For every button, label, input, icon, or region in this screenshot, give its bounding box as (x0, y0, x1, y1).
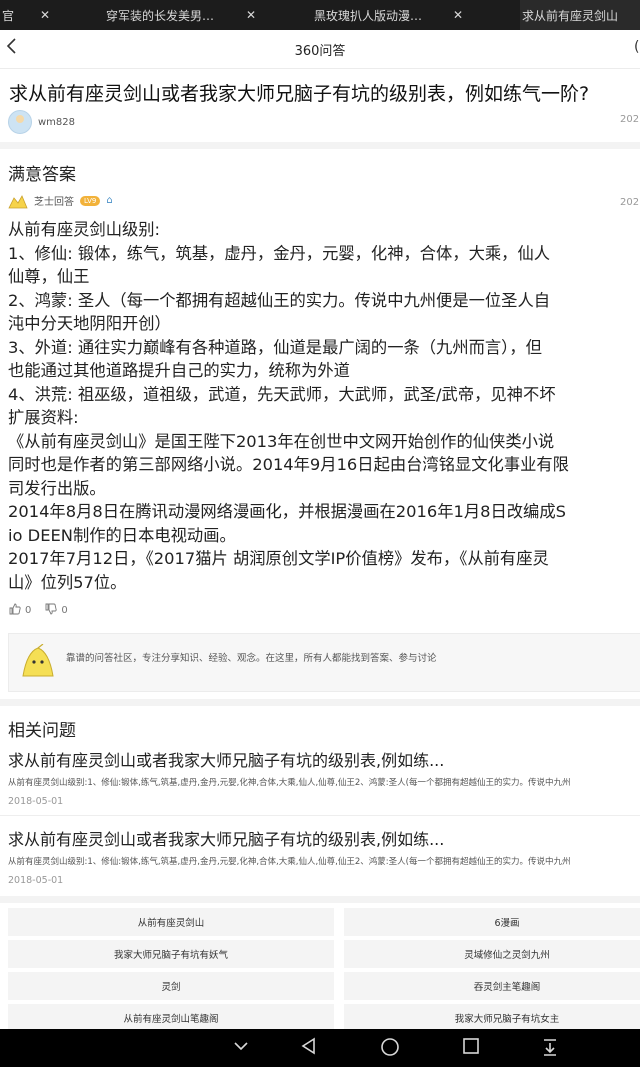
related-heading: 相关问题 (8, 721, 76, 741)
tag-link[interactable]: 从前有座灵剑山 (8, 908, 334, 936)
tab-label: 穿军装的长发美男… (106, 8, 215, 23)
answer-line: 沌中分天地阴阳开创） (8, 314, 171, 333)
asker-info: wm828 (8, 110, 75, 134)
browser-tab[interactable]: 官 (0, 0, 30, 30)
page-header: 360问答 ( (0, 30, 640, 69)
answer-line: 山》位列57位。 (8, 572, 127, 592)
answer-heading: 满意答案 (8, 165, 76, 185)
tag-link[interactable]: 我家大师兄脑子有坑有妖气 (8, 940, 334, 968)
answerer-info: 芝士回答 LV9 ⌂ (8, 193, 113, 208)
question-date: 2021 (620, 114, 640, 125)
answer-line: io DEEN制作的日本电视动画。 (8, 525, 236, 545)
tag-link[interactable]: 我家大师兄脑子有坑女主 (344, 1004, 640, 1032)
tag-link[interactable]: 灵剑 (8, 972, 334, 1000)
close-tab-icon[interactable]: ✕ (40, 0, 50, 30)
related-question-title[interactable]: 求从前有座灵剑山或者我家大师兄脑子有坑的级别表,例如练... (8, 747, 444, 771)
tag-link[interactable]: 灵域修仙之灵剑九州 (344, 940, 640, 968)
divider (0, 142, 640, 149)
thumbs-up-icon[interactable] (9, 603, 21, 618)
back-triangle-icon[interactable] (300, 1037, 318, 1060)
related-question-date: 2018-05-01 (8, 875, 64, 886)
answer-line: 《从前有座灵剑山》是国王陛下2013年在创世中文网开始创作的仙侠类小说 (8, 431, 555, 451)
community-banner[interactable]: 靠谱的问答社区，专注分享知识、经验、观念。在这里，所有人都能找到答案、参与讨论 (8, 633, 640, 692)
answerer-name[interactable]: 芝士回答 (34, 193, 74, 208)
tag-link[interactable]: 从前有座灵剑山笔趣阁 (8, 1004, 334, 1032)
divider (0, 815, 640, 816)
browser-tab[interactable]: 穿军装的长发美男… (106, 0, 236, 30)
level-badge: LV9 (80, 195, 101, 206)
tag-link[interactable]: 吞灵剑主笔趣阁 (344, 972, 640, 1000)
answer-line: 同时也是作者的第三部网络小说。2014年9月16日起由台湾铭显文化事业有限 (8, 455, 569, 474)
notification-pull-down-icon[interactable] (540, 1037, 560, 1062)
answer-line: 扩展资料: (8, 408, 79, 427)
recent-apps-icon[interactable] (462, 1037, 480, 1060)
related-question-title[interactable]: 求从前有座灵剑山或者我家大师兄脑子有坑的级别表,例如练... (8, 826, 444, 850)
mascot-icon (19, 643, 57, 684)
system-nav-bar (0, 1029, 640, 1067)
tab-label: 官 (2, 8, 15, 23)
zhishi-logo-icon (8, 194, 28, 208)
home-icon[interactable]: ⌂ (106, 195, 112, 206)
divider (0, 699, 640, 706)
answer-body: 从前有座灵剑山级别: 1、修仙: 锻体，练气，筑基，虚丹，金丹，元婴，化神，合体… (8, 218, 569, 594)
asker-name[interactable]: wm828 (38, 117, 75, 128)
close-tab-icon[interactable]: ✕ (246, 0, 256, 30)
related-question-snippet: 从前有座灵剑山级别:1、修仙:锻体,练气,筑基,虚丹,金丹,元婴,化神,合体,大… (8, 778, 571, 788)
answer-line: 3、外道: 通往实力巅峰有各种道路，仙道是最广阔的一条（九州而言），但 (8, 337, 542, 357)
tab-label: 求从前有座灵剑山 (522, 8, 619, 23)
answer-date: 2021 (620, 197, 640, 208)
chevron-down-icon[interactable] (232, 1037, 250, 1060)
answer-line: 司发行出版。 (8, 478, 106, 498)
browser-tab[interactable]: 黑玫瑰扒人版动漫… (314, 0, 444, 30)
tab-label: 黑玫瑰扒人版动漫… (314, 8, 423, 23)
question-title: 求从前有座灵剑山或者我家大师兄脑子有坑的级别表，例如练气一阶? (9, 83, 590, 105)
answer-line: 也能通过其他道路提升自己的实力，统称为外道 (8, 361, 350, 380)
browser-tab-strip: 官 ✕ 穿军装的长发美男… ✕ 黑玫瑰扒人版动漫… ✕ 求从前有座灵剑山 (0, 0, 640, 30)
home-circle-icon[interactable] (380, 1037, 400, 1062)
browser-tab-active[interactable]: 求从前有座灵剑山 (520, 0, 640, 30)
answer-line: 2017年7月12日，《2017猫片 胡润原创文学IP价值榜》发布，《从前有座灵 (8, 549, 549, 568)
tag-link[interactable]: 6漫画 (344, 908, 640, 936)
answer-line: 1、修仙: 锻体，练气，筑基，虚丹，金丹，元婴，化神，合体，大乘，仙人 (8, 243, 551, 263)
related-question-date: 2018-05-01 (8, 796, 64, 807)
more-icon[interactable]: ( (634, 39, 639, 55)
answer-line: 2014年8月8日在腾讯动漫网络漫画化，并根据漫画在2016年1月8日改编成S (8, 502, 566, 521)
answer-line: 4、洪荒: 祖巫级，道祖级，武道，先天武师，大武师，武圣/武帝，见神不坏 (8, 384, 556, 404)
dislike-count: 0 (61, 605, 68, 616)
related-question-snippet: 从前有座灵剑山级别:1、修仙:锻体,练气,筑基,虚丹,金丹,元婴,化神,合体,大… (8, 857, 571, 867)
page-title: 360问答 (294, 44, 346, 59)
answer-line: 仙尊，仙王 (8, 267, 90, 286)
vote-bar: 0 0 (9, 603, 72, 618)
divider (0, 896, 640, 903)
banner-text: 靠谱的问答社区，专注分享知识、经验、观念。在这里，所有人都能找到答案、参与讨论 (66, 653, 437, 664)
answer-line: 从前有座灵剑山级别: (8, 220, 161, 239)
like-count: 0 (25, 605, 32, 616)
thumbs-down-icon[interactable] (45, 603, 57, 618)
avatar[interactable] (8, 110, 32, 134)
answer-line: 2、鸿蒙: 圣人（每一个都拥有超越仙王的实力。传说中九州便是一位圣人自 (8, 290, 551, 310)
close-tab-icon[interactable]: ✕ (453, 0, 463, 30)
